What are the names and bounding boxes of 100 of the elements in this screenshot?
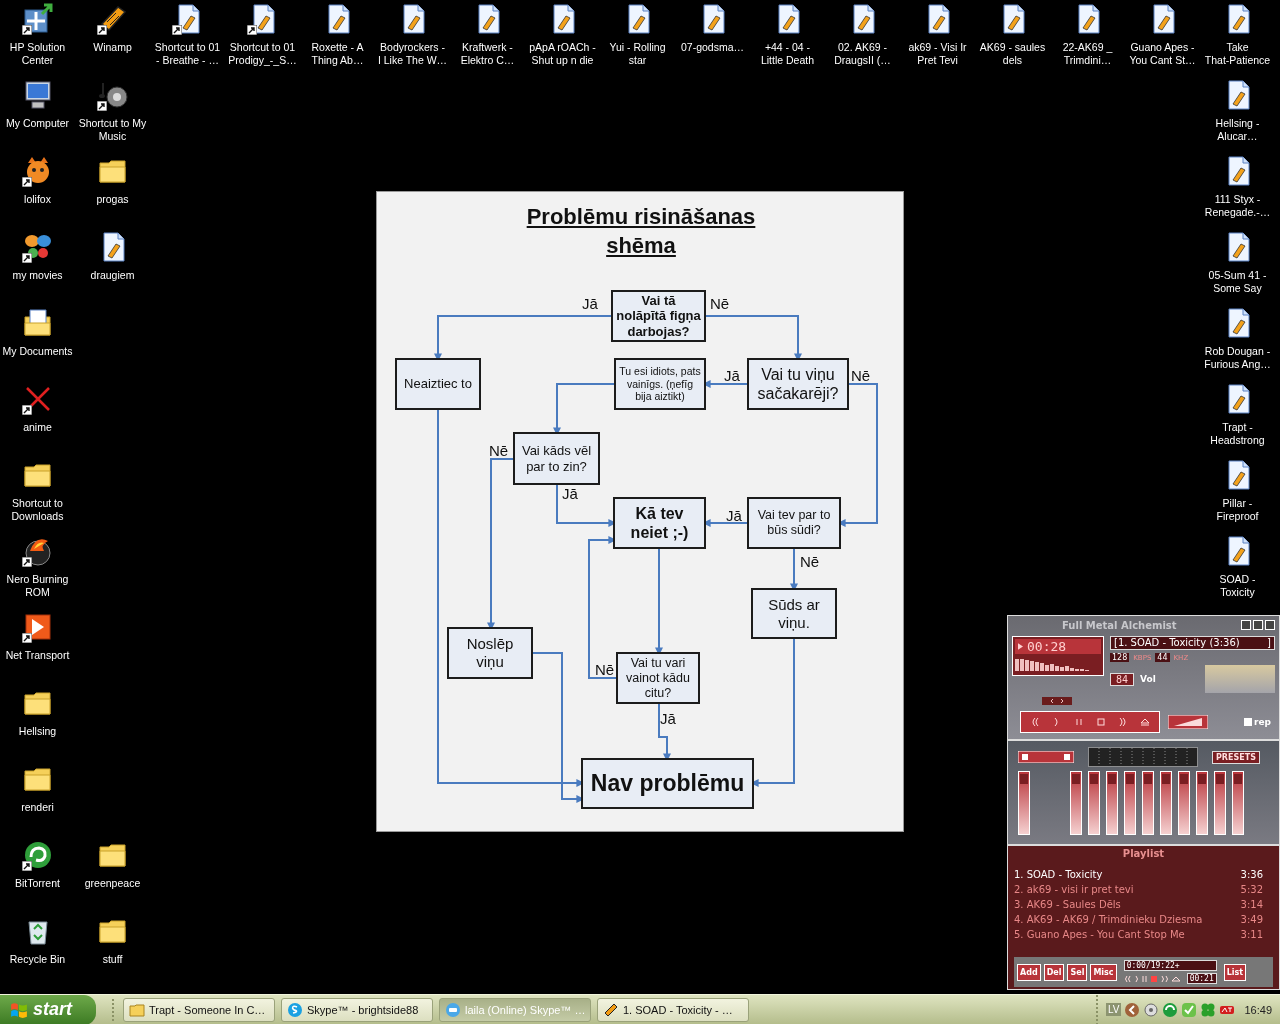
slider-thumb[interactable]: [1020, 774, 1028, 785]
close-button[interactable]: [1265, 620, 1275, 630]
slider-thumb[interactable]: [1126, 774, 1134, 785]
slider-thumb[interactable]: [1180, 774, 1188, 785]
playlist-item[interactable]: 5. Guano Apes - You Cant Stop Me 3:11: [1014, 927, 1273, 942]
icon-label[interactable]: Roxette - A Thing Ab…: [311, 41, 364, 67]
list-button[interactable]: List: [1223, 963, 1247, 981]
slider-thumb[interactable]: [1108, 774, 1116, 785]
slider-thumb[interactable]: [1162, 774, 1170, 785]
icon-label[interactable]: my movies: [12, 269, 63, 282]
icon-label[interactable]: 05-Sum 41 - Some Say: [1208, 269, 1267, 295]
icon-label[interactable]: Rob Dougan - Furious Ang…: [1204, 345, 1271, 371]
shortcut-arrow-icon: [21, 25, 32, 35]
icon-label[interactable]: ak69 - Visi Ir Pret Tevi: [908, 41, 967, 67]
icon-label[interactable]: Bodyrockers - I Like The W…: [377, 41, 448, 67]
flowchart-node: Tu esi idiots, pats vainīgs. (ņefīg bija aiztikt): [614, 358, 706, 410]
icon-label[interactable]: progas: [96, 193, 129, 206]
arrows-app-icon[interactable]: [21, 3, 54, 35]
volume-ramp-icon[interactable]: [1168, 715, 1208, 729]
playlist-item[interactable]: 2. ak69 - visi ir pret tevi 5:32: [1014, 882, 1273, 897]
icon-label[interactable]: stuff: [102, 953, 123, 966]
presets-button[interactable]: PRESETS: [1212, 750, 1260, 764]
icon-label[interactable]: SOAD - Toxicity: [1219, 573, 1256, 599]
slider-track[interactable]: [1214, 771, 1226, 835]
playlist-button[interactable]: Del: [1043, 963, 1065, 981]
icon-label[interactable]: Shortcut to 01 - Breathe - …: [154, 41, 221, 67]
slider-track[interactable]: [1196, 771, 1208, 835]
playlist-button[interactable]: Add: [1017, 963, 1041, 981]
icon-label[interactable]: pApA rOACh - Shut up n die: [529, 41, 596, 67]
shade-button[interactable]: [1253, 620, 1263, 630]
toggle-switch-icon[interactable]: [1018, 751, 1074, 763]
icon-label[interactable]: 22-AK69 _ Trimdini…: [1062, 41, 1113, 67]
icon-label[interactable]: Net Transport: [5, 649, 70, 662]
icon-label[interactable]: Trapt - Headstrong: [1210, 421, 1265, 447]
slider-thumb[interactable]: [1234, 774, 1242, 785]
slider-track[interactable]: [1142, 771, 1154, 835]
icon-label[interactable]: 07-godsma…: [681, 41, 744, 54]
icon-label[interactable]: Hellsing: [18, 725, 57, 738]
icon-label[interactable]: AK69 - saules dels: [979, 41, 1046, 67]
playlist-item[interactable]: 1. SOAD - Toxicity 3:36: [1014, 867, 1273, 882]
document-folder-icon[interactable]: [21, 307, 54, 339]
flowchart-node: Sūds ar viņu.: [751, 588, 837, 639]
playlist-button[interactable]: Misc: [1090, 963, 1117, 981]
icon-label[interactable]: Winamp: [93, 41, 132, 54]
icon-label[interactable]: 02. AK69 - DraugsII (…: [834, 41, 891, 67]
icon-label[interactable]: Guano Apes - You Cant St…: [1129, 41, 1196, 67]
slider-track[interactable]: [1160, 771, 1172, 835]
icon-label[interactable]: +44 - 04 - Little Death: [760, 41, 815, 67]
icon-label[interactable]: HP Solution Center: [9, 41, 66, 67]
edge-label: Nē: [851, 367, 871, 384]
next-icon[interactable]: [1117, 717, 1129, 727]
icon-label[interactable]: Take That-Patience: [1204, 41, 1271, 67]
slider-track[interactable]: [1106, 771, 1118, 835]
shortcut-arrow-icon: [21, 557, 32, 567]
disc-icon[interactable]: [1143, 1001, 1160, 1018]
icon-label[interactable]: Kraftwerk - Elektro C…: [460, 41, 515, 67]
icon-label[interactable]: anime: [23, 421, 52, 434]
minimize-button[interactable]: [1241, 620, 1251, 630]
slider-track[interactable]: [1070, 771, 1082, 835]
slider-track[interactable]: [1018, 771, 1030, 835]
icon-label[interactable]: draugiem: [90, 269, 135, 282]
globe-icon[interactable]: [1162, 1001, 1179, 1018]
playlist-button[interactable]: Sel: [1067, 963, 1088, 981]
icon-label[interactable]: Yui - Rolling star: [609, 41, 666, 67]
icon-label[interactable]: Hellsing - Alucar…: [1215, 117, 1260, 143]
slider-track[interactable]: [1178, 771, 1190, 835]
icon-label[interactable]: Shortcut to 01 Prodigy_-_S…: [228, 41, 297, 67]
icon-label[interactable]: Recycle Bin: [9, 953, 66, 966]
icon-label[interactable]: My Computer: [6, 117, 69, 130]
icon-label[interactable]: BitTorrent: [15, 877, 60, 890]
slider-track[interactable]: [1124, 771, 1136, 835]
repeat-checkbox[interactable]: [1244, 718, 1252, 726]
playlist-item[interactable]: 4. AK69 - AK69 / Trimdinieku Dziesma 3:49: [1014, 912, 1273, 927]
icon-label[interactable]: Shortcut to Downloads: [11, 497, 64, 523]
taskbar-button[interactable]: 1. SOAD - Toxicity - …: [597, 997, 749, 1022]
icon-label[interactable]: Pillar - Fireproof: [1216, 497, 1259, 523]
slider-track[interactable]: [1232, 771, 1244, 835]
slider-thumb[interactable]: [1216, 774, 1224, 785]
balance-slider-icon[interactable]: [1042, 697, 1072, 705]
icon-label[interactable]: Nero Burning ROM: [6, 573, 69, 599]
check-icon[interactable]: [1181, 1001, 1198, 1018]
slider-thumb[interactable]: [1072, 774, 1080, 785]
slider-thumb[interactable]: [1198, 774, 1206, 785]
icon-label[interactable]: lolifox: [24, 193, 51, 206]
slider-thumb[interactable]: [1090, 774, 1098, 785]
icon-label[interactable]: My Documents: [2, 345, 73, 358]
start-button[interactable]: start: [0, 994, 96, 1024]
taskbar-button[interactable]: Trapt - Someone In C…: [123, 997, 275, 1022]
icon-label[interactable]: greenpeace: [84, 877, 141, 890]
stop-icon[interactable]: [1095, 717, 1107, 727]
eject-icon[interactable]: [1139, 717, 1151, 727]
prev-icon[interactable]: [1029, 717, 1041, 727]
taskbar-button[interactable]: Skype™ - brightside88: [281, 997, 433, 1022]
icon-label[interactable]: 111 Styx - Renegade.-…: [1204, 193, 1271, 219]
playlist-item[interactable]: 3. AK69 - Saules Dēls 3:14: [1014, 897, 1273, 912]
time-readout: 00:28: [1027, 639, 1067, 654]
icon-label[interactable]: renderi: [21, 801, 54, 814]
slider-track[interactable]: [1088, 771, 1100, 835]
icon-label[interactable]: Shortcut to My Music: [78, 117, 147, 143]
slider-thumb[interactable]: [1144, 774, 1152, 785]
